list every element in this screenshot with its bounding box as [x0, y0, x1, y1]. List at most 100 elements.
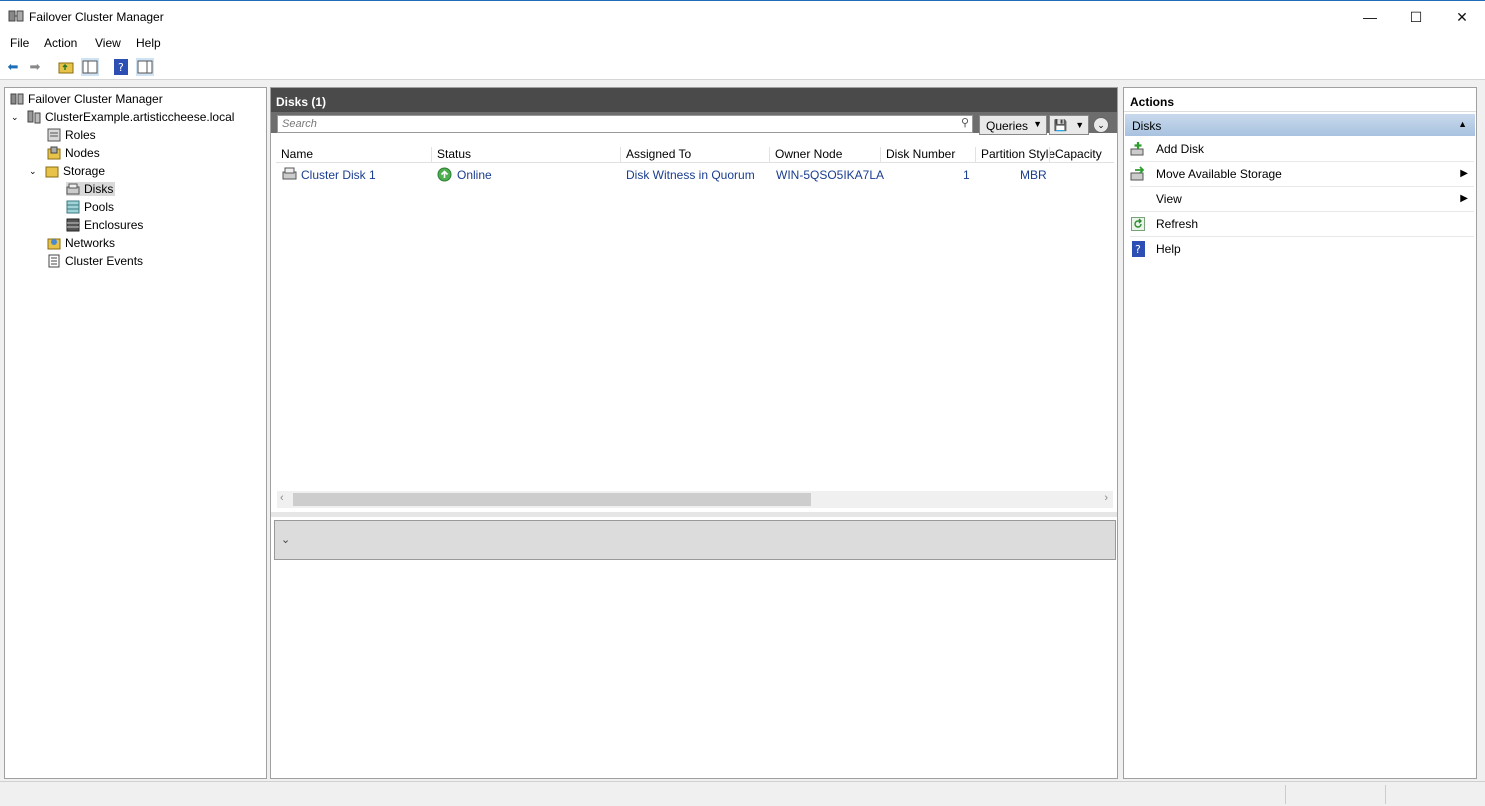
help-icon[interactable]: ? [112, 58, 130, 76]
scroll-left-icon[interactable]: ‹ [280, 492, 284, 504]
horizontal-scrollbar[interactable]: ‹ › [277, 491, 1113, 508]
action-label: Refresh [1156, 216, 1199, 231]
save-query-button[interactable]: 💾 ▼ [1049, 115, 1089, 135]
search-placeholder: Search [282, 118, 317, 130]
title-bar: Failover Cluster Manager — ☐ ✕ [0, 0, 1485, 32]
actions-title: Actions [1124, 88, 1476, 112]
menu-view[interactable]: View [95, 36, 121, 50]
action-label: Add Disk [1156, 141, 1205, 156]
tree-item-enclosures[interactable]: Enclosures [66, 218, 143, 232]
action-help[interactable]: ? Help [1130, 236, 1474, 261]
forward-icon[interactable]: ➡ [26, 58, 44, 76]
roles-icon [47, 128, 61, 142]
refresh-icon [1130, 216, 1146, 232]
svg-text:?: ? [118, 61, 124, 74]
expand-collapse-button[interactable]: ⌄ [1093, 117, 1109, 133]
cluster-disk-icon [282, 167, 298, 181]
dropdown-arrow-icon: ▼ [1033, 119, 1042, 129]
expand-chevron-icon[interactable]: ⌄ [29, 166, 41, 177]
menu-file[interactable]: File [10, 36, 29, 50]
tree-label: Disks [84, 182, 114, 196]
back-icon[interactable]: ⬅ [4, 58, 22, 76]
cluster-manager-icon [8, 9, 24, 23]
scroll-right-icon[interactable]: › [1104, 492, 1108, 504]
disks-icon [66, 182, 80, 196]
actions-section-disks[interactable]: Disks ▲ [1125, 114, 1475, 136]
action-refresh[interactable]: Refresh [1130, 211, 1474, 237]
networks-icon [47, 236, 61, 250]
column-status[interactable]: Status [431, 147, 471, 163]
up-folder-icon[interactable] [57, 58, 75, 76]
minimize-button[interactable]: — [1347, 1, 1393, 33]
column-name[interactable]: Name [276, 147, 313, 163]
column-capacity[interactable]: Capacity [1049, 147, 1102, 163]
close-button[interactable]: ✕ [1439, 1, 1485, 33]
tree-label: Pools [84, 200, 115, 214]
column-assigned-to[interactable]: Assigned To [620, 147, 691, 163]
cell-disk-number: 1 [963, 168, 970, 182]
cluster-icon [27, 110, 41, 124]
tree-label: ClusterExample.artisticcheese.local [45, 110, 235, 124]
column-partition-style[interactable]: Partition Style [975, 147, 1055, 163]
cell-owner-node: WIN-5QSO5IKA7LA [776, 168, 885, 182]
submenu-arrow-icon: ▶ [1460, 168, 1468, 179]
pane-splitter[interactable] [271, 512, 1117, 517]
tree-item-root[interactable]: Failover Cluster Manager [10, 92, 163, 106]
maximize-button[interactable]: ☐ [1393, 1, 1439, 33]
action-label: View [1156, 191, 1182, 206]
queries-button[interactable]: Queries ▼ [979, 115, 1047, 135]
enclosures-icon [66, 218, 80, 232]
column-disk-number[interactable]: Disk Number [880, 147, 955, 163]
action-label: Move Available Storage [1156, 166, 1282, 181]
tree-label: Cluster Events [65, 254, 144, 268]
cell-partition-style: MBR [1020, 168, 1047, 182]
cluster-manager-icon [10, 92, 24, 106]
details-pane: ⌄ [274, 520, 1116, 560]
tree-item-pools[interactable]: Pools [66, 200, 114, 214]
search-icon[interactable]: ⚲ [961, 116, 969, 129]
tree-label: Storage [63, 164, 106, 178]
storage-folder-icon [45, 164, 59, 178]
cell-assigned-to: Disk Witness in Quorum [626, 168, 755, 182]
tree-label: Networks [65, 236, 116, 250]
add-disk-icon [1130, 141, 1146, 157]
tree-item-cluster[interactable]: ⌄ ClusterExample.artisticcheese.local [11, 110, 234, 124]
chevron-down-icon[interactable]: ⌄ [281, 533, 290, 546]
search-input[interactable]: Search ⚲ [277, 115, 973, 133]
chevron-down-icon: ⌄ [1097, 119, 1105, 130]
status-divider [1385, 785, 1386, 804]
status-divider [1285, 785, 1286, 804]
column-owner-node[interactable]: Owner Node [769, 147, 842, 163]
menu-help[interactable]: Help [136, 36, 161, 50]
move-storage-icon [1130, 165, 1146, 182]
menu-action[interactable]: Action [44, 36, 77, 50]
collapse-icon[interactable]: ▲ [1458, 119, 1467, 129]
expand-chevron-icon[interactable]: ⌄ [11, 112, 23, 123]
show-hide-action-pane-icon[interactable] [136, 58, 154, 76]
action-view[interactable]: View ▶ [1130, 186, 1474, 212]
nodes-icon [47, 146, 61, 160]
show-hide-tree-icon[interactable] [81, 58, 99, 76]
tree-label: Nodes [65, 146, 100, 160]
tree-item-storage[interactable]: ⌄ Storage [29, 164, 105, 178]
scrollbar-thumb[interactable] [293, 493, 811, 506]
tree-item-disks[interactable]: Disks [66, 182, 116, 196]
menu-bar: File Action View Help [0, 32, 1485, 54]
tree-item-roles[interactable]: Roles [47, 128, 96, 142]
pools-icon [66, 200, 80, 214]
action-add-disk[interactable]: Add Disk [1130, 136, 1474, 162]
navigation-tree: Failover Cluster Manager ⌄ ClusterExampl… [4, 87, 267, 779]
tree-label: Failover Cluster Manager [28, 92, 163, 106]
disks-panel: Disks (1) Search ⚲ Queries ▼ 💾 ▼ ⌄ Name … [270, 87, 1118, 779]
panel-title: Disks (1) [271, 88, 1117, 112]
tree-item-networks[interactable]: Networks [47, 236, 115, 250]
tree-item-cluster-events[interactable]: Cluster Events [47, 254, 143, 268]
dropdown-arrow-icon: ▼ [1075, 120, 1085, 130]
svg-text:?: ? [1135, 243, 1141, 256]
window-title: Failover Cluster Manager [29, 10, 164, 24]
tree-label: Roles [65, 128, 96, 142]
cluster-events-icon [47, 254, 61, 268]
action-move-available-storage[interactable]: Move Available Storage ▶ [1130, 161, 1474, 187]
tree-item-nodes[interactable]: Nodes [47, 146, 100, 160]
submenu-arrow-icon: ▶ [1460, 193, 1468, 204]
